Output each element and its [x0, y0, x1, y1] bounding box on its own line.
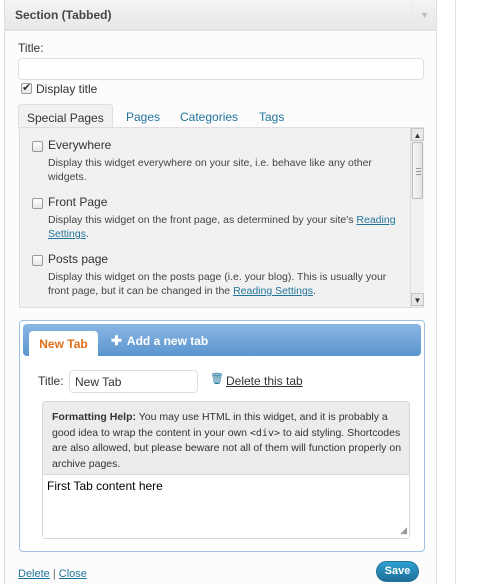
front-page-checkbox[interactable] [32, 198, 43, 209]
tab-title-input[interactable] [69, 370, 198, 393]
scroll-thumb[interactable] [412, 142, 423, 199]
delete-tab-link[interactable]: Delete this tab [226, 374, 303, 388]
tab-special-pages[interactable]: Special Pages [18, 104, 113, 129]
tabs-editor: New Tab ✚ Add a new tab Title: 🗑 Delete t… [19, 320, 425, 552]
grip-line [416, 171, 421, 172]
grip-line [416, 174, 421, 175]
tab-categories[interactable]: Categories [180, 110, 238, 124]
add-tab-label: Add a new tab [126, 334, 209, 348]
widget-panel: Section (Tabbed) ▼ Title: Display title … [4, 0, 437, 584]
tab-pages[interactable]: Pages [126, 110, 160, 124]
posts-page-checkbox[interactable] [32, 255, 43, 266]
front-page-desc-end: . [85, 228, 89, 240]
resize-handle-icon[interactable]: ◢ [400, 525, 407, 536]
reading-settings-link[interactable]: Reading Settings [233, 285, 313, 297]
vertical-scrollbar[interactable]: ▲ ▼ [410, 128, 424, 307]
everywhere-desc: Display this widget everywhere on your s… [48, 157, 372, 183]
tabs-header-bar: New Tab ✚ Add a new tab [23, 324, 421, 357]
collapse-arrow-icon[interactable]: ▼ [412, 0, 436, 31]
formatting-help-text: Formatting Help: You may use HTML in thi… [52, 410, 404, 472]
widget-footer-links: Delete | Close [18, 568, 87, 580]
add-tab-button[interactable]: ✚ Add a new tab [111, 333, 208, 349]
title-input[interactable] [18, 58, 424, 80]
title-label: Title: [18, 41, 44, 55]
link-separator: | [52, 568, 56, 580]
special-pages-list: Everywhere Display this widget everywher… [19, 127, 424, 308]
grip-line [416, 168, 421, 169]
everywhere-title: Everywhere [48, 138, 112, 152]
posts-page-desc: Display this widget on the posts page (i… [48, 270, 408, 298]
tab-new-tab[interactable]: New Tab [29, 331, 98, 357]
everywhere-checkbox[interactable] [32, 141, 43, 152]
trash-icon[interactable]: 🗑 [210, 372, 224, 385]
delete-link[interactable]: Delete [18, 568, 50, 580]
help-code: <div> [249, 427, 280, 439]
posts-page-desc-text: Display this widget on the posts page (i… [48, 271, 387, 297]
display-title-label: Display title [36, 82, 98, 96]
tab-content-text: First Tab content here [47, 479, 163, 493]
posts-page-title: Posts page [48, 252, 109, 266]
widget-header[interactable]: Section (Tabbed) ▼ [5, 0, 436, 31]
posts-page-desc-end: . [313, 285, 316, 297]
plus-icon: ✚ [111, 333, 122, 348]
scroll-down-icon[interactable]: ▼ [411, 293, 424, 306]
tab-content-textarea[interactable]: First Tab content here ◢ [43, 474, 409, 538]
tab-title-label: Title: [38, 374, 64, 388]
display-title-checkbox[interactable] [21, 81, 32, 94]
tab-tags[interactable]: Tags [259, 110, 284, 124]
scroll-up-icon[interactable]: ▲ [411, 128, 424, 141]
widget-title: Section (Tabbed) [15, 8, 112, 22]
front-page-desc: Display this widget on the front page, a… [48, 213, 408, 241]
close-link[interactable]: Close [59, 568, 87, 580]
front-page-desc-text: Display this widget on the front page, a… [48, 214, 354, 226]
formatting-help-box: Formatting Help: You may use HTML in thi… [42, 401, 410, 539]
divider [455, 0, 456, 584]
formatting-help-label: Formatting Help: [52, 411, 136, 423]
save-button[interactable]: Save [376, 561, 419, 582]
front-page-title: Front Page [48, 195, 108, 209]
background-panel [437, 0, 477, 584]
